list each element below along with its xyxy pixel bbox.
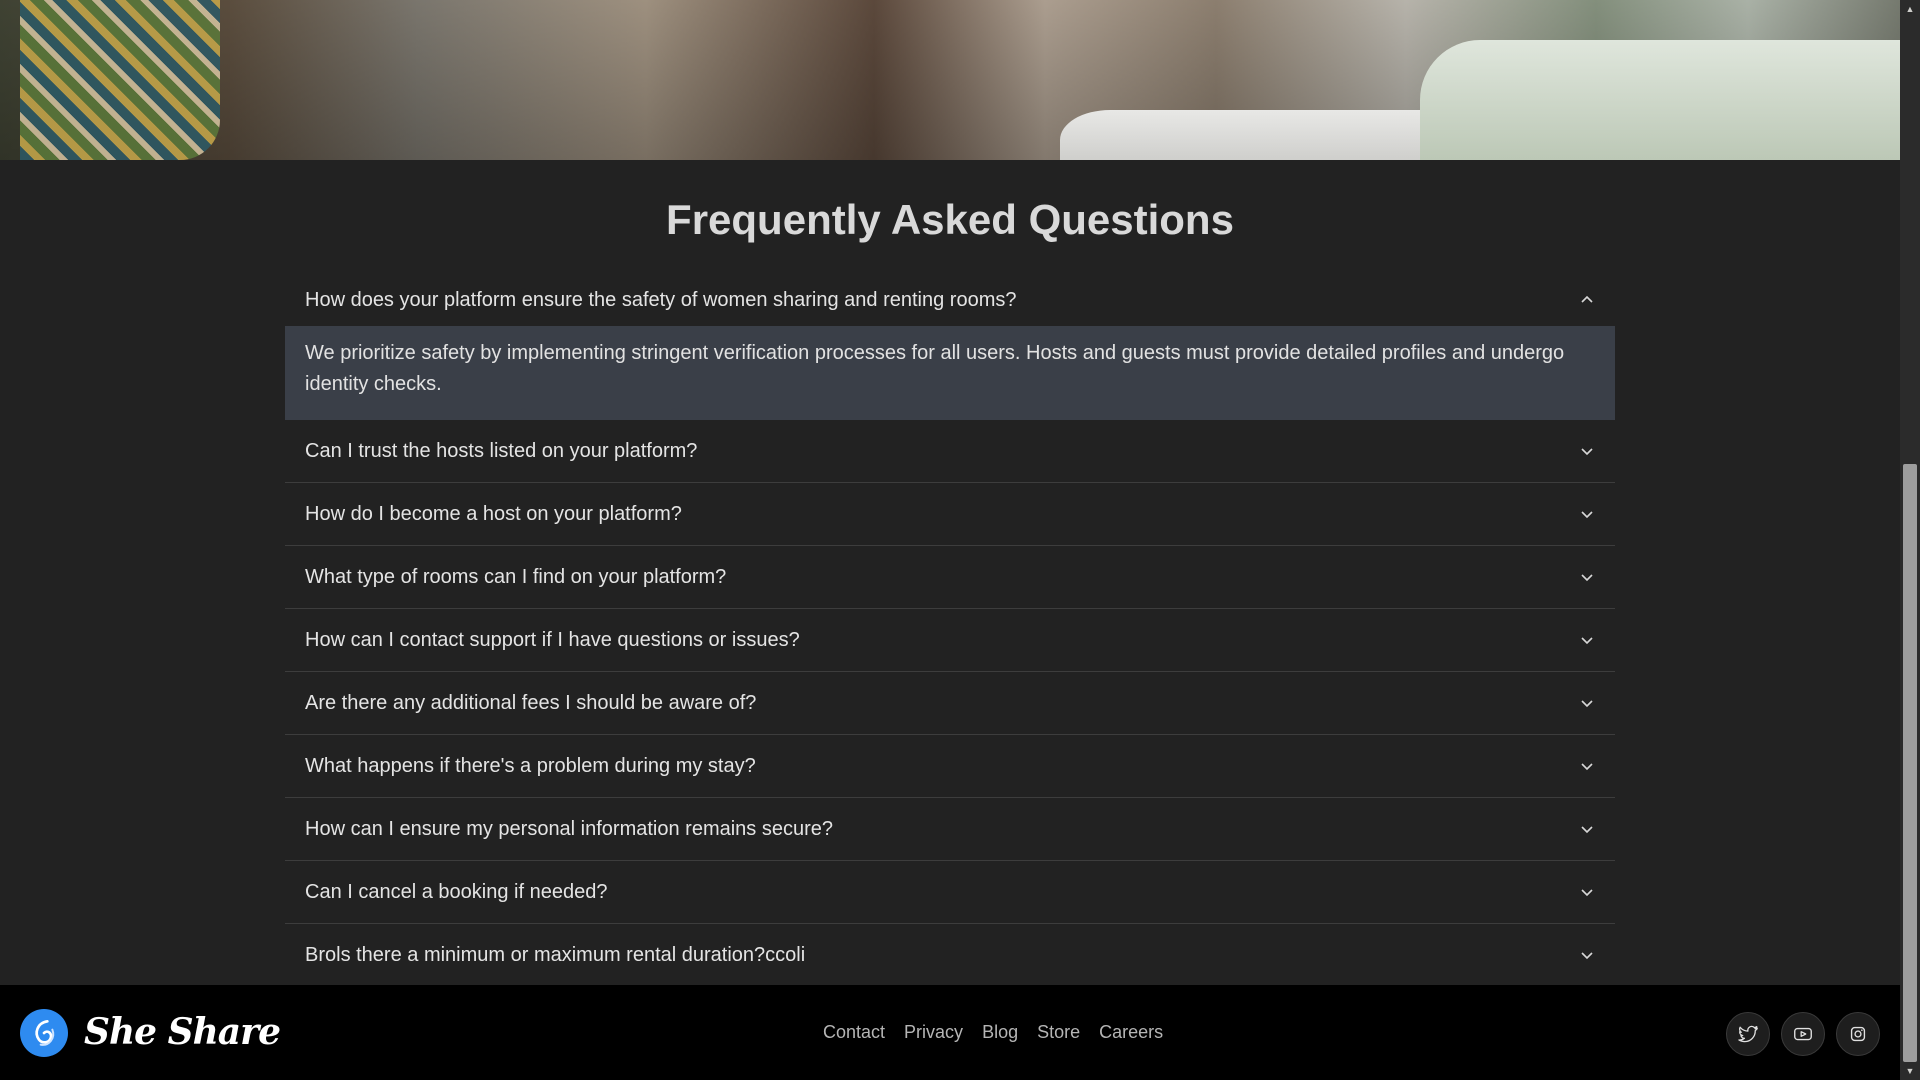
chevron-down-icon (1579, 569, 1595, 585)
scroll-down-arrow-icon[interactable]: ▼ (1900, 1062, 1920, 1080)
twitter-button[interactable] (1726, 1012, 1770, 1056)
chevron-down-icon (1579, 821, 1595, 837)
faq-question-toggle[interactable]: Brols there a minimum or maximum rental … (285, 924, 1615, 986)
faq-section: Frequently Asked Questions How does your… (285, 160, 1615, 987)
swirl-logo-icon[interactable] (20, 1009, 68, 1057)
chevron-up-icon (1579, 292, 1595, 308)
hero-image-bed (1420, 40, 1900, 160)
faq-item: Brols there a minimum or maximum rental … (285, 924, 1615, 987)
chevron-down-icon (1579, 758, 1595, 774)
youtube-button[interactable] (1781, 1012, 1825, 1056)
youtube-icon (1794, 1027, 1812, 1041)
faq-item: How do I become a host on your platform? (285, 483, 1615, 546)
faq-question: How do I become a host on your platform? (305, 502, 682, 525)
faq-question-toggle[interactable]: What happens if there's a problem during… (285, 735, 1615, 797)
faq-question-toggle[interactable]: Can I trust the hosts listed on your pla… (285, 420, 1615, 482)
faq-item: How can I ensure my personal information… (285, 798, 1615, 861)
footer-link-contact[interactable]: Contact (823, 1022, 885, 1043)
chevron-down-icon (1579, 947, 1595, 963)
page: Frequently Asked Questions How does your… (0, 0, 1900, 1080)
social-links (1726, 1012, 1880, 1056)
faq-item: How can I contact support if I have ques… (285, 609, 1615, 672)
faq-question: Can I trust the hosts listed on your pla… (305, 439, 698, 462)
faq-question: How does your platform ensure the safety… (305, 288, 1017, 311)
faq-question: How can I ensure my personal information… (305, 817, 834, 840)
chevron-down-icon (1579, 695, 1595, 711)
footer: She Share Contact Privacy Blog Store Car… (0, 985, 1900, 1080)
faq-question: How can I contact support if I have ques… (305, 628, 800, 651)
faq-question-toggle[interactable]: Are there any additional fees I should b… (285, 672, 1615, 734)
footer-link-careers[interactable]: Careers (1099, 1022, 1163, 1043)
scroll-thumb[interactable] (1903, 464, 1917, 1062)
faq-item: How does your platform ensure the safety… (285, 274, 1615, 420)
faq-question-toggle[interactable]: How can I contact support if I have ques… (285, 609, 1615, 671)
footer-link-store[interactable]: Store (1037, 1022, 1080, 1043)
chevron-down-icon (1579, 443, 1595, 459)
footer-link-blog[interactable]: Blog (982, 1022, 1018, 1043)
faq-item: Can I cancel a booking if needed? (285, 861, 1615, 924)
instagram-icon (1850, 1026, 1866, 1042)
footer-nav: Contact Privacy Blog Store Careers (823, 985, 1163, 1080)
faq-item: Can I trust the hosts listed on your pla… (285, 420, 1615, 483)
hero-image-chair (20, 0, 220, 160)
faq-question: What type of rooms can I find on your pl… (305, 565, 727, 588)
faq-question: What happens if there's a problem during… (305, 754, 756, 777)
faq-question: Can I cancel a booking if needed? (305, 880, 608, 903)
faq-title: Frequently Asked Questions (666, 196, 1234, 243)
instagram-button[interactable] (1836, 1012, 1880, 1056)
faq-question-toggle[interactable]: What type of rooms can I find on your pl… (285, 546, 1615, 608)
chevron-down-icon (1579, 884, 1595, 900)
faq-question: Are there any additional fees I should b… (305, 691, 757, 714)
faq-question: Brols there a minimum or maximum rental … (305, 943, 806, 966)
faq-item: What type of rooms can I find on your pl… (285, 546, 1615, 609)
faq-question-toggle[interactable]: How does your platform ensure the safety… (285, 274, 1615, 326)
faq-list: How does your platform ensure the safety… (285, 274, 1615, 987)
chevron-down-icon (1579, 632, 1595, 648)
chevron-down-icon (1579, 506, 1595, 522)
scroll-up-arrow-icon[interactable]: ▲ (1900, 0, 1920, 18)
faq-question-toggle[interactable]: How can I ensure my personal information… (285, 798, 1615, 860)
brand-name[interactable]: She Share (84, 1007, 281, 1057)
hero-image (0, 0, 1900, 160)
twitter-icon (1738, 1025, 1758, 1043)
faq-question-toggle[interactable]: Can I cancel a booking if needed? (285, 861, 1615, 923)
page-scrollbar[interactable]: ▲ ▼ (1900, 0, 1920, 1080)
faq-answer: We prioritize safety by implementing str… (285, 326, 1615, 420)
faq-question-toggle[interactable]: How do I become a host on your platform? (285, 483, 1615, 545)
footer-link-privacy[interactable]: Privacy (904, 1022, 963, 1043)
faq-item: What happens if there's a problem during… (285, 735, 1615, 798)
faq-item: Are there any additional fees I should b… (285, 672, 1615, 735)
